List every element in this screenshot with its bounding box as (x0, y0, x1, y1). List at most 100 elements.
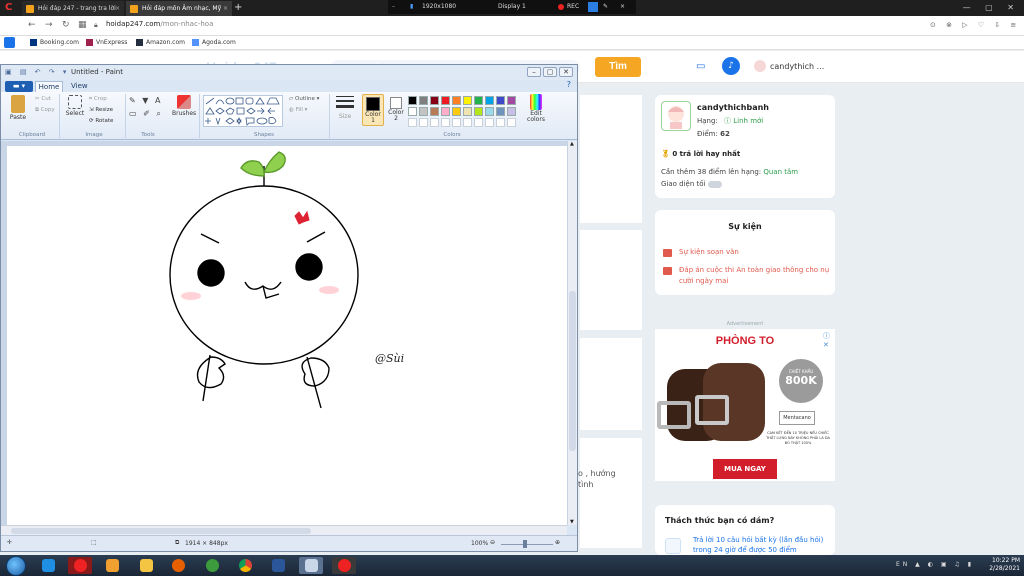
vertical-scrollbar[interactable]: ▲ ▼ (567, 141, 577, 525)
scroll-down-icon[interactable]: ▼ (570, 519, 574, 525)
speed-dial-icon[interactable]: ▦ (78, 20, 87, 30)
taskbar-green-app[interactable] (200, 557, 224, 574)
palette-swatch-empty[interactable] (408, 118, 417, 127)
taskbar-paint[interactable] (299, 557, 323, 574)
minimize-button[interactable]: – (527, 67, 541, 77)
zoom-slider-thumb[interactable] (523, 540, 527, 548)
username-menu[interactable]: candythich ... (770, 62, 824, 71)
palette-swatch-empty[interactable] (463, 118, 472, 127)
next-rank-value[interactable]: Quan tâm (763, 168, 798, 176)
taskbar-recorder[interactable] (332, 557, 356, 574)
chat-icon[interactable]: ▭ (696, 61, 708, 73)
url-field[interactable]: hoidap247.com/mon-nhac-hoa (106, 20, 213, 28)
browser-tab-2[interactable]: Hỏi đáp môn Âm nhạc, Mỹ × (126, 1, 232, 16)
event-item[interactable]: Đáp án cuộc thi An toàn giao thông cho n… (663, 265, 833, 287)
palette-swatch-empty[interactable] (419, 118, 428, 127)
brushes-button[interactable]: Brushes (172, 95, 196, 117)
pen-icon[interactable]: ✎ (603, 0, 608, 14)
bookmark-amazon[interactable]: Amazon.com (136, 38, 185, 48)
palette-swatch[interactable] (430, 107, 439, 116)
palette-swatch-empty[interactable] (474, 118, 483, 127)
drawing-canvas[interactable]: @Sùi (7, 146, 567, 525)
palette-swatch[interactable] (485, 96, 494, 105)
select-button[interactable]: Select (65, 95, 85, 117)
rec-label[interactable]: REC (567, 0, 579, 14)
palette-swatch-empty[interactable] (452, 118, 461, 127)
paste-button[interactable]: Paste (7, 95, 29, 121)
taskbar-firefox[interactable] (166, 557, 190, 574)
browser-tab-1[interactable]: Hỏi đáp 247 - trang tra lời × (22, 1, 124, 16)
new-tab-button[interactable]: + (234, 1, 242, 15)
tools-pencil-fill-text-icon[interactable]: ✎ ▼ A (129, 96, 162, 105)
palette-swatch[interactable] (496, 96, 505, 105)
quick-access-toolbar[interactable]: ▣ ▤ ↶ ↷ ▾ (5, 68, 69, 76)
palette-swatch[interactable] (485, 107, 494, 116)
palette-swatch[interactable] (441, 96, 450, 105)
resize-button[interactable]: ⇲ Resize (89, 107, 113, 113)
zoom-out-icon[interactable]: ⊖ (490, 539, 495, 546)
cut-button[interactable]: ✂ Cut (35, 96, 51, 102)
system-tray-icons[interactable]: EN ▲ ◐ ▣ ♫ ▮ (896, 561, 974, 568)
taskbar-ie[interactable] (36, 557, 60, 574)
outline-button[interactable]: ▱ Outline ▾ (289, 96, 319, 102)
taskbar-word[interactable] (266, 557, 290, 574)
palette-swatch-empty[interactable] (507, 118, 516, 127)
taskbar-chrome[interactable] (233, 557, 257, 574)
horizontal-scrollbar[interactable] (1, 525, 567, 535)
palette-swatch[interactable] (474, 96, 483, 105)
palette-swatch[interactable] (463, 96, 472, 105)
palette-swatch[interactable] (408, 96, 417, 105)
palette-swatch[interactable] (507, 107, 516, 116)
scroll-thumb[interactable] (11, 528, 311, 534)
palette-swatch-empty[interactable] (430, 118, 439, 127)
file-menu-button[interactable]: ▬ ▾ (5, 81, 33, 92)
palette-swatch[interactable] (452, 96, 461, 105)
zoom-slider[interactable] (501, 544, 553, 545)
scroll-up-icon[interactable]: ▲ (570, 141, 574, 147)
palette-swatch[interactable] (474, 107, 483, 116)
close-icon[interactable]: × (620, 0, 625, 14)
scroll-thumb[interactable] (569, 291, 576, 451)
bookmark-vnexpress[interactable]: VnExpress (86, 38, 127, 48)
bookmark-agoda[interactable]: Agoda.com (192, 38, 236, 48)
tools-eraser-picker-zoom-icon[interactable]: ▭ ✐ ⌕ (129, 109, 163, 119)
ad-buy-button[interactable]: MUA NGAY (713, 459, 777, 479)
palette-swatch[interactable] (430, 96, 439, 105)
crop-button[interactable]: ⌗ Crop (89, 96, 107, 103)
minus-icon[interactable]: – (392, 0, 395, 14)
profile-avatar[interactable] (661, 101, 691, 131)
palette-swatch[interactable] (419, 107, 428, 116)
help-icon[interactable]: ? (567, 80, 571, 89)
profile-name[interactable]: candythichbanh (697, 103, 769, 112)
palette-swatch[interactable] (441, 107, 450, 116)
forward-arrow-icon[interactable]: → (45, 20, 53, 30)
copy-button[interactable]: ⧉ Copy (35, 107, 55, 114)
palette-swatch[interactable] (507, 96, 516, 105)
close-tab-icon[interactable]: × (115, 1, 120, 16)
palette-swatch[interactable] (408, 107, 417, 116)
clock[interactable]: 10:22 PM 2/28/2021 (989, 557, 1020, 573)
event-item[interactable]: Sự kiện soạn văn (663, 247, 823, 258)
palette-swatch-empty[interactable] (441, 118, 450, 127)
question-snippet[interactable]: o , hướng tình (578, 468, 616, 490)
taskbar-opera[interactable] (68, 557, 92, 574)
tab-home[interactable]: Home (35, 81, 63, 92)
search-button[interactable]: Tìm (595, 57, 641, 77)
edit-colors-button[interactable]: Edit colors (527, 94, 545, 130)
opera-logo-icon[interactable]: C (5, 2, 12, 13)
back-arrow-icon[interactable]: ← (28, 20, 36, 30)
color1-button[interactable]: Color 1 (362, 94, 384, 126)
palette-swatch[interactable] (452, 107, 461, 116)
home-icon[interactable] (4, 37, 15, 48)
size-button[interactable]: Size (334, 95, 356, 120)
advertisement[interactable]: ⓘ ✕ PHÒNG TO CHIẾT KHẤU 800K Mentacano C… (655, 329, 835, 481)
palette-swatch[interactable] (419, 96, 428, 105)
address-bar-actions-icon[interactable]: ⊙ ⊗ ▷ ♡ ⇩ ≡ (930, 21, 1020, 29)
palette-swatch-empty[interactable] (496, 118, 505, 127)
taskbar-explorer[interactable] (134, 557, 158, 574)
shapes-gallery[interactable] (203, 95, 283, 127)
start-button[interactable] (6, 556, 26, 576)
bell-icon[interactable]: ♪ (722, 57, 740, 75)
close-button[interactable]: ✕ (559, 67, 573, 77)
palette-swatch[interactable] (496, 107, 505, 116)
